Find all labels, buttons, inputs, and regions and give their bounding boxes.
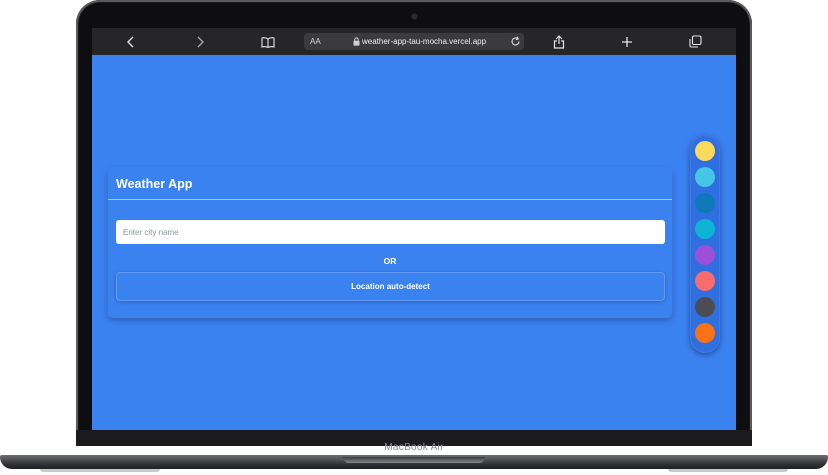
browser-toolbar: AA weather-app-tau-mocha.vercel.app [92,28,736,55]
tabs-overview-icon[interactable] [684,32,706,51]
browser-screen: AA weather-app-tau-mocha.vercel.app Weat… [92,28,736,430]
forward-icon[interactable] [189,32,211,51]
card-divider [108,199,672,200]
camera-icon [412,14,417,19]
app-title: Weather App [116,177,193,191]
theme-swatch-sky-blue[interactable] [695,167,715,187]
theme-swatch-purple[interactable] [695,245,715,265]
reload-icon[interactable] [510,36,521,49]
theme-swatch-yellow[interactable] [695,141,715,161]
address-bar[interactable]: AA weather-app-tau-mocha.vercel.app [304,33,524,50]
theme-swatch-dark-gray[interactable] [695,297,715,317]
city-name-input[interactable] [116,220,665,244]
base-foot [40,469,160,472]
theme-swatch-cyan[interactable] [695,219,715,239]
device-model-label: MacBook Air [384,442,444,453]
lock-icon [353,37,360,48]
location-auto-detect-button[interactable]: Location auto-detect [116,272,665,301]
theme-swatch-orange[interactable] [695,323,715,343]
theme-color-picker [690,135,720,353]
or-separator: OR [383,256,397,266]
device-mockup: AA weather-app-tau-mocha.vercel.app Weat… [0,0,828,475]
text-size-button[interactable]: AA [310,37,321,46]
weather-search-card: Weather App OR Location auto-detect [108,168,672,318]
theme-swatch-coral[interactable] [695,271,715,291]
share-icon[interactable] [548,32,570,51]
bookmarks-book-icon[interactable] [257,32,279,51]
back-icon[interactable] [120,32,142,51]
new-tab-plus-icon[interactable] [616,32,638,51]
url-text: weather-app-tau-mocha.vercel.app [362,37,487,46]
base-foot [668,469,788,472]
theme-swatch-dark-blue[interactable] [695,193,715,213]
lid-opening-notch [343,457,485,463]
